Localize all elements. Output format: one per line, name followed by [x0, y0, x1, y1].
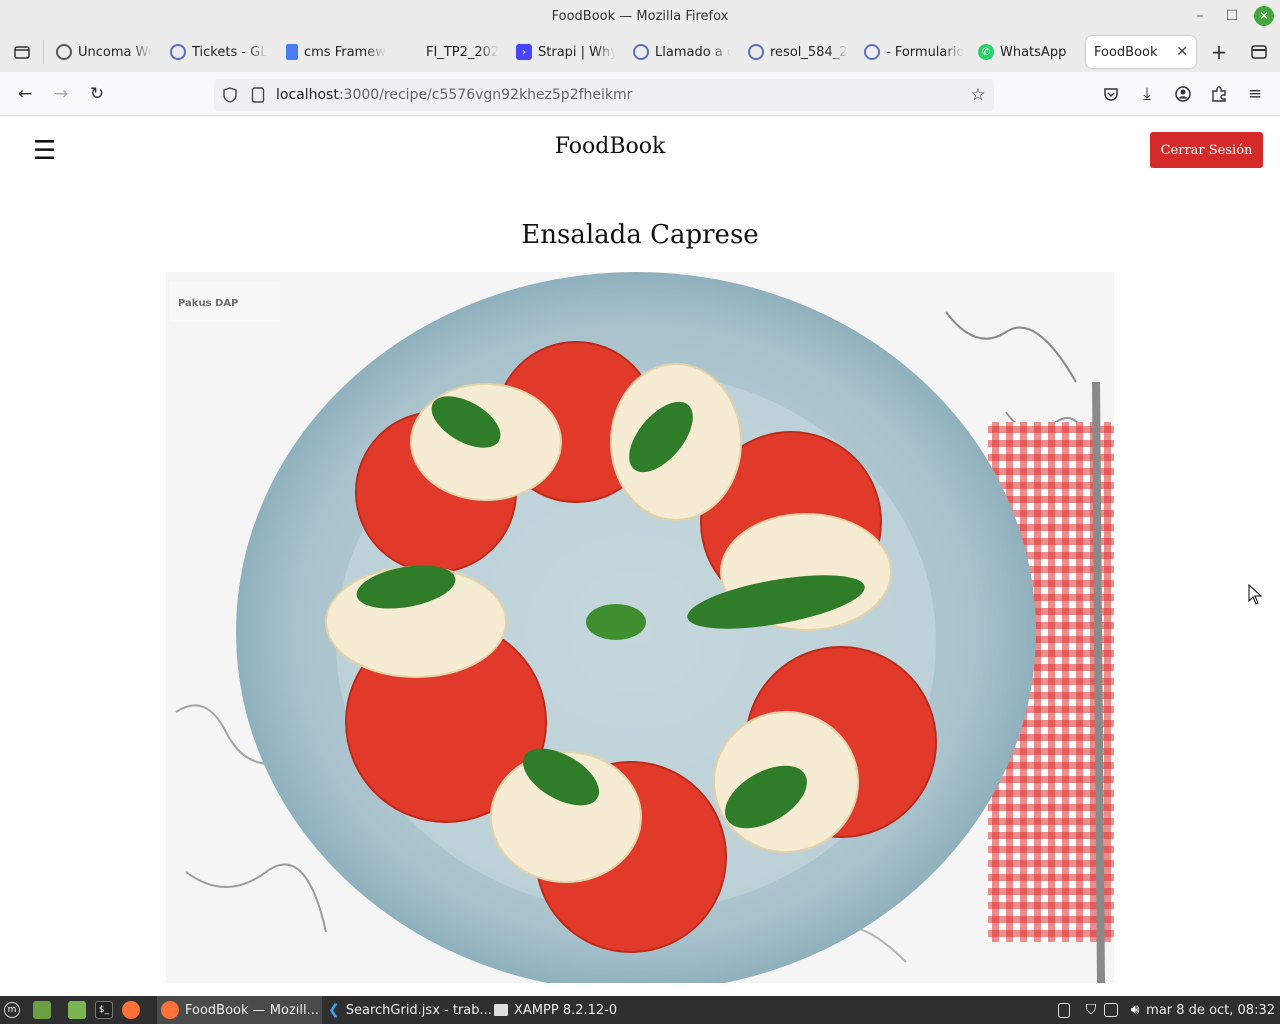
glpi-icon	[633, 44, 649, 60]
tab-label: cms Framew	[304, 44, 386, 60]
pocket-icon[interactable]	[1099, 82, 1123, 106]
clipboard-icon[interactable]	[1058, 996, 1070, 1024]
xampp-icon	[494, 1004, 508, 1016]
tab-resol[interactable]: resol_584_2	[744, 36, 848, 68]
tab-tickets[interactable]: Tickets - GLP	[166, 36, 268, 68]
taskbar-item-label: SearchGrid.jsx - trab...	[345, 1002, 492, 1018]
vscode-icon: ❮	[328, 1002, 340, 1018]
back-icon[interactable]: ←	[13, 82, 37, 106]
tab-label: Strapi | Why	[538, 44, 616, 60]
new-tab-icon[interactable]: +	[1207, 40, 1231, 64]
tab-label: resol_584_2	[770, 44, 848, 60]
taskbar-item-label: XAMPP 8.2.12-0	[514, 1002, 618, 1018]
tracking-protection-icon[interactable]	[218, 83, 242, 107]
show-desktop-icon[interactable]	[33, 996, 51, 1024]
recipe-image: Pakus DAP	[166, 272, 1114, 983]
url-text[interactable]: localhost:3000/recipe/c5576vgn92khez5p2f…	[276, 87, 632, 103]
taskbar: m $_ FoodBook — Mozill... ❮ SearchGrid.j…	[0, 996, 1280, 1024]
url-path: :3000/recipe/c5576vgn92khez5p2fheikmr	[338, 87, 633, 103]
glpi-icon	[748, 44, 764, 60]
tab-label: Tickets - GLP	[192, 44, 268, 60]
tab-label: Llamado a c	[655, 44, 731, 60]
files-icon[interactable]	[68, 996, 86, 1024]
downloads-icon[interactable]: ⤓	[1135, 82, 1159, 106]
recipe-title: Ensalada Caprese	[521, 220, 759, 250]
tab-fi-tp2[interactable]: FI_TP2_2024	[400, 36, 498, 68]
strapi-icon: ›	[516, 44, 532, 60]
app-brand: FoodBook	[554, 134, 666, 159]
tab-label: - Formulario	[886, 44, 964, 60]
blank-icon	[404, 44, 420, 60]
tab-label: FoodBook	[1094, 44, 1158, 60]
glpi-icon	[864, 44, 880, 60]
globe-icon	[56, 44, 72, 60]
tab-llamado[interactable]: Llamado a c	[629, 36, 731, 68]
taskbar-item-vscode[interactable]: ❮ SearchGrid.jsx - trab...	[328, 996, 492, 1024]
maximize-icon[interactable]: ☐	[1221, 5, 1243, 27]
bookmark-star-icon[interactable]: ☆	[966, 83, 990, 107]
window-title: FoodBook — Mozilla Firefox	[551, 8, 729, 24]
forward-icon[interactable]: →	[49, 82, 73, 106]
docs-icon	[286, 44, 298, 60]
image-watermark: Pakus DAP	[170, 282, 280, 322]
list-all-tabs-icon[interactable]	[1247, 40, 1271, 64]
tab-strip: Uncoma We Tickets - GLP cms Framew FI_TP…	[0, 32, 1280, 72]
tab-foodbook[interactable]: FoodBook ✕	[1086, 36, 1196, 68]
firefox-view-icon[interactable]	[10, 40, 34, 64]
clock[interactable]: mar 8 de oct, 08:32	[1146, 996, 1275, 1024]
volume-icon[interactable]: 🔊︎	[1126, 996, 1144, 1024]
mouse-cursor-icon	[1248, 584, 1263, 605]
start-menu-icon[interactable]: m	[4, 996, 20, 1024]
logout-button[interactable]: Cerrar Sesión	[1150, 132, 1263, 168]
url-host: localhost	[276, 87, 339, 103]
tab-uncoma[interactable]: Uncoma We	[52, 36, 152, 68]
tab-formulario[interactable]: - Formulario	[860, 36, 964, 68]
reload-icon[interactable]: ↻	[85, 82, 109, 106]
tab-label: Uncoma We	[78, 44, 152, 60]
tab-label: WhatsApp	[1000, 44, 1067, 60]
close-tab-icon[interactable]: ✕	[1176, 44, 1188, 60]
page-content: ☰ FoodBook Cerrar Sesión Ensalada Capres…	[0, 116, 1280, 996]
tab-label: FI_TP2_2024	[426, 44, 498, 60]
account-icon[interactable]	[1171, 82, 1195, 106]
terminal-icon[interactable]: $_	[95, 996, 113, 1024]
window-titlebar: FoodBook — Mozilla Firefox	[0, 0, 1280, 32]
shield-icon[interactable]: ⛉	[1082, 996, 1100, 1024]
tab-whatsapp[interactable]: ✆ WhatsApp	[974, 36, 1078, 68]
taskbar-item-label: FoodBook — Mozill...	[185, 1002, 320, 1018]
firefox-icon	[161, 1001, 179, 1019]
close-window-icon[interactable]: ✕	[1254, 6, 1274, 26]
menu-icon[interactable]: ≡	[1243, 82, 1267, 106]
display-icon[interactable]	[1104, 996, 1118, 1024]
taskbar-item-xampp[interactable]: XAMPP 8.2.12-0	[494, 996, 624, 1024]
whatsapp-icon: ✆	[978, 44, 994, 60]
extensions-icon[interactable]	[1207, 82, 1231, 106]
tab-strapi[interactable]: › Strapi | Why	[512, 36, 616, 68]
glpi-icon	[170, 44, 186, 60]
watermark-text: Pakus DAP	[178, 298, 238, 309]
tab-cms[interactable]: cms Framew	[282, 36, 386, 68]
minimize-icon[interactable]: –	[1189, 5, 1211, 27]
taskbar-item-firefox[interactable]: FoodBook — Mozill...	[157, 996, 322, 1024]
page-info-icon[interactable]	[246, 83, 270, 107]
firefox-launcher-icon[interactable]	[122, 996, 140, 1024]
